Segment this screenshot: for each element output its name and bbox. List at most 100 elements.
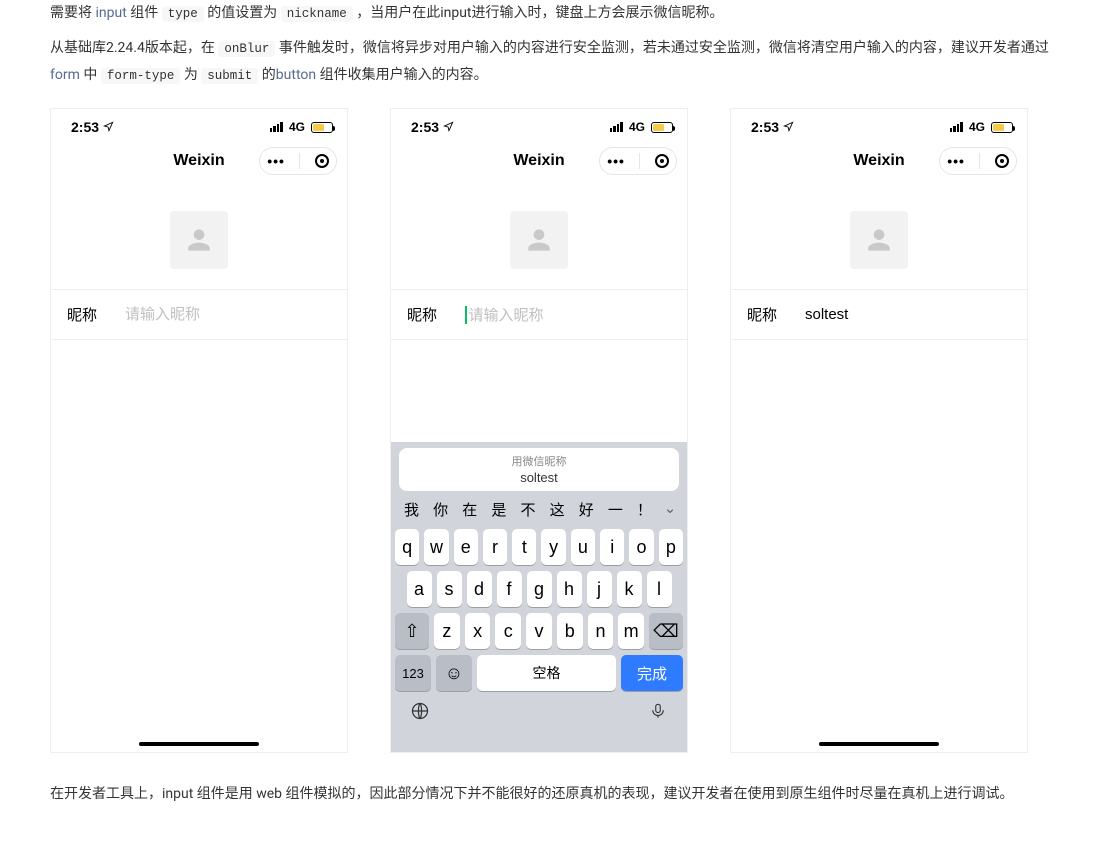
key[interactable]: y (541, 529, 565, 565)
more-icon[interactable]: ••• (267, 154, 285, 168)
key[interactable]: t (512, 529, 536, 565)
key[interactable]: m (618, 613, 644, 649)
key[interactable]: v (526, 613, 552, 649)
suggestion-label: 用微信昵称 (399, 453, 679, 469)
location-icon (443, 119, 454, 135)
globe-icon[interactable] (409, 700, 431, 722)
link-button[interactable]: button (276, 67, 316, 83)
more-icon[interactable]: ••• (947, 154, 965, 168)
status-time: 2:53 (751, 119, 779, 135)
person-icon (523, 224, 555, 256)
paragraph-3: 在开发者工具上，input 组件是用 web 组件模拟的，因此部分情况下并不能很… (50, 781, 1067, 808)
mic-icon[interactable] (647, 700, 669, 722)
home-indicator (139, 742, 259, 746)
key[interactable]: q (395, 529, 419, 565)
paragraph-2: 从基础库2.24.4版本起，在 onBlur 事件触发时，微信将异步对用户输入的… (50, 35, 1067, 89)
key[interactable]: b (557, 613, 583, 649)
key[interactable]: j (587, 571, 612, 607)
status-bar: 2:53 4G (51, 109, 347, 139)
avatar-placeholder[interactable] (510, 211, 568, 269)
candidate[interactable]: 你 (426, 499, 455, 520)
capsule-menu[interactable]: ••• (599, 147, 677, 175)
nickname-label: 昵称 (67, 304, 125, 325)
key[interactable]: i (600, 529, 624, 565)
phone-screenshot-3: 2:53 4G Weixin ••• 昵称 (730, 108, 1028, 753)
candidate-row: 我 你 在 是 不 这 好 一 ！ ⌄ (391, 491, 687, 526)
key[interactable]: d (467, 571, 492, 607)
key[interactable]: z (434, 613, 460, 649)
status-bar: 2:53 4G (731, 109, 1027, 139)
nav-bar: Weixin ••• (51, 139, 347, 183)
nav-bar: Weixin ••• (731, 139, 1027, 183)
key-row-3: ⇧ z x c v b n m ⌫ (391, 610, 687, 652)
nickname-input[interactable] (125, 306, 331, 323)
key[interactable]: u (571, 529, 595, 565)
nav-title: Weixin (173, 152, 224, 170)
screenshot-row: 2:53 4G Weixin ••• (50, 108, 1067, 753)
close-target-icon[interactable] (315, 154, 329, 168)
key[interactable]: x (465, 613, 491, 649)
battery-icon (991, 122, 1013, 133)
candidate[interactable]: 在 (455, 499, 484, 520)
network-label: 4G (289, 120, 305, 134)
capsule-menu[interactable]: ••• (939, 147, 1017, 175)
code-submit: submit (201, 68, 258, 84)
code-nickname: nickname (281, 6, 353, 22)
key[interactable]: e (454, 529, 478, 565)
signal-icon (610, 122, 623, 132)
key[interactable]: c (495, 613, 521, 649)
candidate[interactable]: 一 (601, 499, 630, 520)
key[interactable]: p (659, 529, 683, 565)
emoji-key[interactable]: ☺ (436, 655, 472, 691)
key[interactable]: f (497, 571, 522, 607)
chevron-down-icon[interactable]: ⌄ (659, 499, 681, 520)
key[interactable]: a (407, 571, 432, 607)
link-form[interactable]: form (50, 67, 80, 83)
avatar-placeholder[interactable] (170, 211, 228, 269)
code-form-type: form-type (101, 68, 181, 84)
capsule-menu[interactable]: ••• (259, 147, 337, 175)
key[interactable]: r (483, 529, 507, 565)
numbers-key[interactable]: 123 (395, 655, 431, 691)
key[interactable]: g (527, 571, 552, 607)
status-bar: 2:53 4G (391, 109, 687, 139)
key-row-1: q w e r t y u i o p (391, 526, 687, 568)
candidate[interactable]: 好 (572, 499, 601, 520)
nickname-row: 昵称 (731, 289, 1027, 340)
more-icon[interactable]: ••• (607, 154, 625, 168)
battery-icon (651, 122, 673, 133)
key[interactable]: w (424, 529, 448, 565)
candidate[interactable]: 是 (484, 499, 513, 520)
key[interactable]: o (629, 529, 653, 565)
close-target-icon[interactable] (655, 154, 669, 168)
key[interactable]: k (617, 571, 642, 607)
nav-title: Weixin (513, 152, 564, 170)
key[interactable]: l (647, 571, 672, 607)
person-icon (183, 224, 215, 256)
candidate[interactable]: 我 (397, 499, 426, 520)
network-label: 4G (629, 120, 645, 134)
link-input[interactable]: input (95, 5, 126, 21)
status-time: 2:53 (71, 119, 99, 135)
candidate[interactable]: 这 (543, 499, 572, 520)
key[interactable]: s (437, 571, 462, 607)
nickname-row: 昵称 请输入昵称 (391, 289, 687, 340)
candidate[interactable]: ！ (630, 499, 659, 520)
nickname-suggestion[interactable]: 用微信昵称 soltest (399, 448, 679, 491)
space-key[interactable]: 空格 (477, 655, 616, 691)
backspace-key[interactable]: ⌫ (649, 613, 683, 649)
nickname-input[interactable] (805, 306, 1011, 323)
shift-key[interactable]: ⇧ (395, 613, 429, 649)
nickname-label: 昵称 (407, 304, 465, 325)
key[interactable]: h (557, 571, 582, 607)
key[interactable]: n (588, 613, 614, 649)
location-icon (103, 119, 114, 135)
signal-icon (950, 122, 963, 132)
signal-icon (270, 122, 283, 132)
nickname-label: 昵称 (747, 304, 805, 325)
close-target-icon[interactable] (995, 154, 1009, 168)
candidate[interactable]: 不 (513, 499, 542, 520)
done-key[interactable]: 完成 (621, 655, 683, 691)
avatar-placeholder[interactable] (850, 211, 908, 269)
code-type: type (162, 6, 204, 22)
